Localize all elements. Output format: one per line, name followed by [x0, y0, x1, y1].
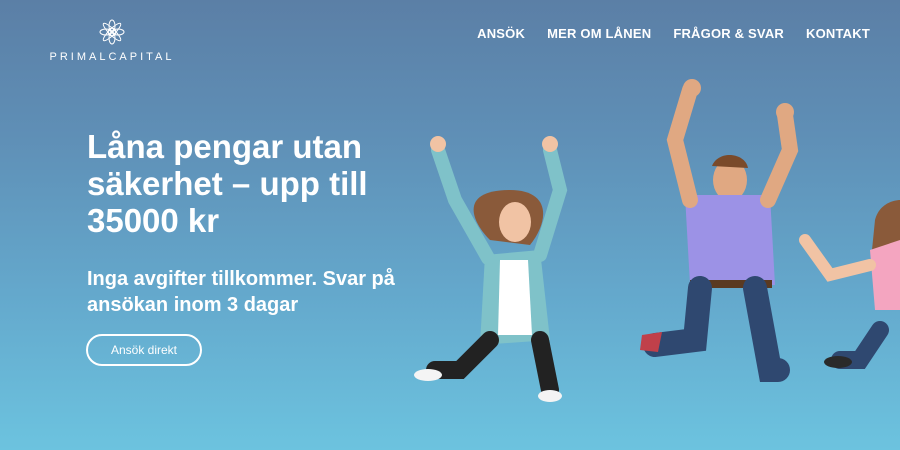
jumping-person-partial-figure [799, 200, 900, 369]
brand-name: PRIMALCAPITAL [49, 51, 175, 63]
brand-logo[interactable]: PRIMALCAPITAL [42, 18, 182, 63]
hero-subline: Inga avgifter tillkommer. Svar på ansöka… [87, 268, 395, 316]
nav-item-fragor-svar[interactable]: FRÅGOR & SVAR [673, 26, 784, 41]
hero-headline: Låna pengar utan säkerhet – upp till 350… [87, 128, 368, 239]
nav-item-kontakt[interactable]: KONTAKT [806, 26, 870, 41]
hero-section: PRIMALCAPITAL ANSÖK MER OM LÅNEN FRÅGOR … [0, 0, 900, 450]
apply-now-button[interactable]: Ansök direkt [86, 334, 202, 366]
nav-item-ansok[interactable]: ANSÖK [477, 26, 525, 41]
jumping-man-figure [640, 79, 799, 382]
nav-item-mer-om-lanen[interactable]: MER OM LÅNEN [547, 26, 651, 41]
main-nav: ANSÖK MER OM LÅNEN FRÅGOR & SVAR KONTAKT [477, 26, 870, 41]
jumping-woman-figure [414, 136, 568, 402]
hero-photo-jumping-people [414, 79, 900, 402]
starburst-icon [99, 19, 125, 45]
